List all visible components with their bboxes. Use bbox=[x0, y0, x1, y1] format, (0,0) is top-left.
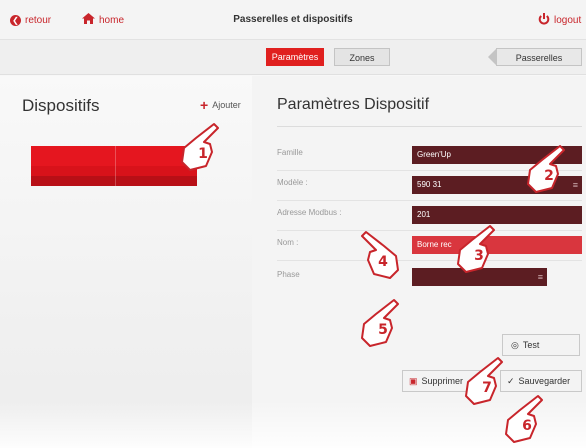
devices-title: Dispositifs bbox=[22, 96, 100, 115]
phase-label: Phase bbox=[277, 270, 300, 279]
device-list-item[interactable] bbox=[31, 146, 197, 186]
test-button[interactable]: ◎ Test bbox=[502, 334, 580, 356]
nom-field[interactable]: Borne rec bbox=[412, 236, 582, 254]
device-row bbox=[31, 166, 197, 176]
row-divider bbox=[277, 260, 582, 261]
famille-field[interactable]: Green'Up bbox=[412, 146, 582, 164]
settings-title: Paramètres Dispositif bbox=[277, 96, 430, 113]
delete-button[interactable]: ▣ Supprimer bbox=[402, 370, 482, 392]
delete-button-label: Supprimer bbox=[421, 376, 464, 386]
power-icon bbox=[538, 12, 550, 28]
famille-value: Green'Up bbox=[417, 150, 451, 159]
add-device-button[interactable]: + Ajouter bbox=[200, 98, 241, 112]
plus-icon: + bbox=[200, 97, 209, 113]
adresse-label: Adresse Modbus : bbox=[277, 208, 342, 217]
device-settings-panel: Paramètres Dispositif Famille Green'Up M… bbox=[252, 76, 586, 448]
row-divider bbox=[277, 170, 582, 171]
menu-icon: ≡ bbox=[537, 272, 543, 282]
devices-panel: Dispositifs + Ajouter bbox=[0, 76, 252, 448]
modele-value: 590 31 bbox=[417, 180, 442, 189]
device-divider bbox=[115, 146, 116, 186]
row-divider bbox=[277, 230, 582, 231]
add-device-label: Ajouter bbox=[212, 100, 241, 110]
nom-label: Nom : bbox=[277, 238, 299, 247]
title-divider bbox=[277, 126, 582, 127]
famille-label: Famille bbox=[277, 148, 303, 157]
test-icon: ◎ bbox=[511, 340, 519, 350]
logout-link[interactable]: logout bbox=[538, 12, 581, 28]
device-row bbox=[31, 176, 197, 186]
test-button-label: Test bbox=[522, 340, 540, 350]
adresse-value: 201 bbox=[417, 210, 431, 219]
tab-parametres[interactable]: Paramètres bbox=[266, 48, 324, 66]
tabs-row: Paramètres Zones Passerelles bbox=[0, 40, 586, 75]
modele-label: Modèle : bbox=[277, 178, 308, 187]
trash-icon: ▣ bbox=[409, 376, 418, 386]
save-button[interactable]: ✓ Sauvegarder bbox=[500, 370, 582, 392]
row-divider bbox=[277, 200, 582, 201]
modele-select[interactable]: 590 31 ≡ bbox=[412, 176, 582, 194]
phase-select[interactable]: ≡ bbox=[412, 268, 547, 286]
top-bar: ❮ retour home Passerelles et dispositifs… bbox=[0, 0, 586, 40]
checkmark-icon: ✓ bbox=[507, 376, 515, 386]
adresse-modbus-field[interactable]: 201 bbox=[412, 206, 582, 224]
tab-passerelles[interactable]: Passerelles bbox=[496, 48, 582, 66]
save-button-label: Sauvegarder bbox=[518, 376, 571, 386]
logout-link-label: logout bbox=[554, 14, 582, 26]
page-title: Passerelles et dispositifs bbox=[233, 14, 353, 25]
tab-zones[interactable]: Zones bbox=[334, 48, 390, 66]
device-row bbox=[31, 146, 197, 166]
menu-icon: ≡ bbox=[572, 180, 578, 190]
app-window: ❮ retour home Passerelles et dispositifs… bbox=[0, 0, 586, 448]
nom-value: Borne rec bbox=[417, 240, 452, 249]
